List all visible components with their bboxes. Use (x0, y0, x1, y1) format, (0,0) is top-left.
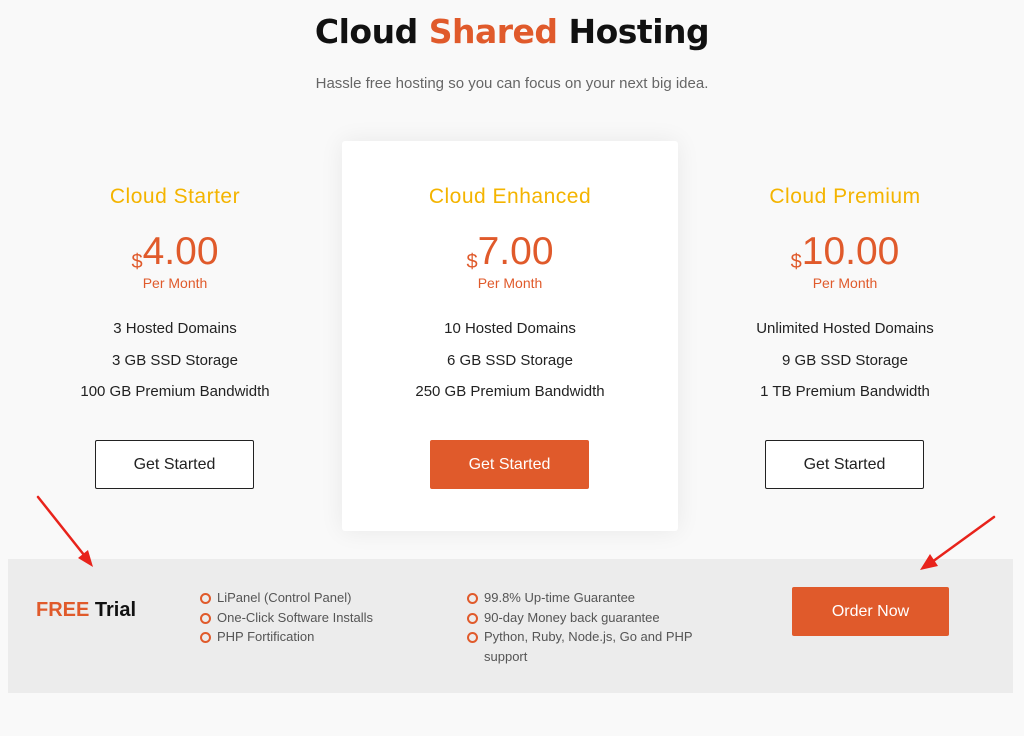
plan-card-enhanced: Cloud Enhanced $7.00 Per Month 10 Hosted… (342, 141, 678, 531)
plan-feature: 9 GB SSD Storage (782, 351, 908, 369)
trial-feature-text: PHP Fortification (217, 629, 315, 644)
list-item: 90-day Money back guarantee (467, 608, 712, 628)
free-trial-label: FREE Trial (36, 599, 136, 622)
price-amount: 7.00 (477, 230, 554, 273)
plan-features: 10 Hosted Domains 6 GB SSD Storage 250 G… (342, 319, 678, 414)
title-part-1: Cloud (314, 12, 429, 51)
list-item: PHP Fortification (200, 627, 373, 647)
plan-price: $4.00 (7, 229, 343, 275)
page-title: Cloud Shared Hosting (0, 12, 1024, 51)
plan-name: Cloud Starter (109, 185, 241, 208)
plan-features: Unlimited Hosted Domains 9 GB SSD Storag… (677, 319, 1013, 414)
price-period: Per Month (477, 275, 543, 291)
circle-bullet-icon (467, 632, 478, 643)
plan-feature: 250 GB Premium Bandwidth (415, 383, 605, 400)
plan-feature: Unlimited Hosted Domains (756, 320, 934, 337)
circle-bullet-icon (200, 593, 211, 604)
currency-symbol: $ (466, 251, 478, 273)
free-trial-bar: FREE Trial LiPanel (Control Panel) One-C… (8, 559, 1013, 693)
plan-card-premium: Cloud Premium $10.00 Per Month Unlimited… (677, 141, 1013, 531)
trial-feature-text: LiPanel (Control Panel) (217, 590, 352, 605)
price-period: Per Month (142, 275, 208, 291)
get-started-button-enhanced[interactable]: Get Started (430, 440, 589, 489)
order-now-button[interactable]: Order Now (792, 587, 949, 636)
list-item: One-Click Software Installs (200, 608, 373, 628)
plan-feature: 10 Hosted Domains (444, 320, 576, 337)
circle-bullet-icon (467, 612, 478, 624)
trial-feature-text: Python, Ruby, Node.js, Go and PHP suppor… (484, 629, 693, 664)
list-item: 99.8% Up-time Guarantee (467, 588, 712, 608)
plan-feature: 100 GB Premium Bandwidth (80, 383, 270, 400)
circle-bullet-icon (200, 632, 211, 643)
trial-features-col-2: 99.8% Up-time Guarantee 90-day Money bac… (467, 588, 712, 666)
plan-price: $10.00 (677, 229, 1013, 275)
annotation-arrow-right-icon (920, 515, 996, 570)
free-word: FREE (36, 599, 90, 621)
get-started-button-starter[interactable]: Get Started (95, 440, 254, 489)
trial-feature-text: One-Click Software Installs (217, 609, 374, 625)
plan-feature: 3 Hosted Domains (113, 320, 237, 337)
plan-feature: 3 GB SSD Storage (112, 351, 238, 369)
price-period: Per Month (812, 275, 878, 291)
plan-price: $7.00 (342, 229, 678, 275)
currency-symbol: $ (790, 251, 802, 273)
annotation-arrow-left-icon (36, 495, 93, 567)
list-item: LiPanel (Control Panel) (200, 588, 373, 608)
page-subtitle: Hassle free hosting so you can focus on … (315, 75, 709, 92)
trial-feature-text: 90-day Money back guarantee (484, 609, 660, 625)
title-part-2: Hosting (557, 12, 710, 51)
title-accent: Shared (428, 12, 558, 51)
plan-feature: 6 GB SSD Storage (447, 351, 573, 369)
price-amount: 10.00 (801, 230, 900, 273)
list-item: Python, Ruby, Node.js, Go and PHP suppor… (467, 627, 712, 666)
get-started-button-premium[interactable]: Get Started (765, 440, 924, 489)
plan-name: Cloud Enhanced (428, 185, 592, 208)
plan-name: Cloud Premium (769, 185, 921, 208)
trial-features-col-1: LiPanel (Control Panel) One-Click Softwa… (200, 588, 373, 647)
trial-feature-text: 99.8% Up-time Guarantee (484, 590, 636, 605)
trial-word: Trial (89, 599, 137, 621)
plan-feature: 1 TB Premium Bandwidth (760, 383, 930, 400)
price-amount: 4.00 (142, 230, 219, 273)
plan-card-starter: Cloud Starter $4.00 Per Month 3 Hosted D… (7, 141, 343, 531)
plan-features: 3 Hosted Domains 3 GB SSD Storage 100 GB… (7, 319, 343, 414)
circle-bullet-icon (467, 593, 478, 604)
currency-symbol: $ (131, 251, 143, 273)
circle-bullet-icon (200, 612, 211, 624)
